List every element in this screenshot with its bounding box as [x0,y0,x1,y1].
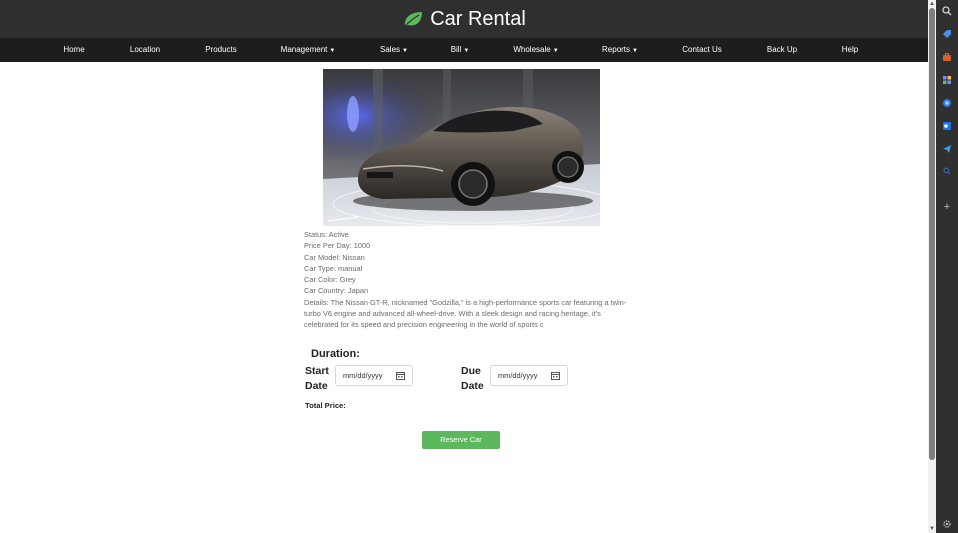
nav-back-up[interactable]: Back Up [767,38,797,62]
search-small-icon[interactable] [941,165,953,177]
site-header: Car Rental [0,0,928,38]
car-image [323,69,600,226]
car-color: Car Color: Grey [304,275,356,285]
main-nav: Home Location Products Management ▼ Sales… [0,38,928,62]
nav-help[interactable]: Help [842,38,858,62]
nav-home[interactable]: Home [63,38,84,62]
search-icon[interactable] [941,5,953,17]
settings-icon[interactable] [941,518,953,530]
add-icon[interactable]: + [941,201,953,213]
caret-down-icon: ▼ [329,48,336,54]
leaf-icon [404,12,423,27]
brand-title: Car Rental [430,7,526,30]
duration-title: Duration: [311,348,360,360]
nav-management[interactable]: Management ▼ [281,38,336,62]
caret-down-icon: ▼ [552,48,559,54]
nav-wholesale[interactable]: Wholesale ▼ [513,38,558,62]
games-icon[interactable] [941,74,953,86]
due-date-input[interactable]: mm/dd/yyyy [490,365,568,386]
browser-sidebar: + [936,0,958,533]
nav-bill[interactable]: Bill ▼ [451,38,470,62]
car-model: Car Model: Nissan [304,252,365,262]
caret-down-icon: ▼ [402,48,408,54]
car-country: Car Country: Japan [304,286,369,296]
due-date-label: Due Date [461,365,484,392]
start-date-label: Start Date [305,365,329,392]
tag-icon[interactable] [941,28,953,40]
scroll-down-icon[interactable]: ▼ [928,525,936,533]
scrollbar-thumb[interactable] [929,8,935,460]
outlook-icon[interactable] [941,120,953,132]
total-price-label: Total Price: [305,401,346,410]
due-date-placeholder: mm/dd/yyyy [498,371,538,380]
briefcase-icon[interactable] [941,51,953,63]
brand[interactable]: Car Rental [402,8,526,31]
car-description: Details: The Nissan GT-R, nicknamed "God… [304,297,627,330]
nav-sales[interactable]: Sales ▼ [380,38,408,62]
nav-reports[interactable]: Reports ▼ [602,38,638,62]
start-date-input[interactable]: mm/dd/yyyy [335,365,413,386]
car-status: Status: Active [304,230,349,239]
scroll-up-icon[interactable]: ▲ [928,0,936,8]
copilot-icon[interactable] [941,97,953,109]
caret-down-icon: ▼ [632,48,638,54]
nav-location[interactable]: Location [130,38,160,62]
start-date-placeholder: mm/dd/yyyy [343,371,383,380]
car-type: Car Type: manual [304,263,363,273]
reserve-car-button[interactable]: Reserve Car [422,431,500,449]
calendar-icon[interactable] [396,371,405,380]
caret-down-icon: ▼ [463,48,470,54]
car-details: Status: Active Price Per Day: 1000 Car M… [304,229,634,331]
nav-products[interactable]: Products [205,38,237,62]
car-price: Price Per Day: 1000 [304,241,371,251]
calendar-icon[interactable] [551,371,560,380]
telegram-icon[interactable] [941,143,953,155]
nav-contact-us[interactable]: Contact Us [682,38,722,62]
